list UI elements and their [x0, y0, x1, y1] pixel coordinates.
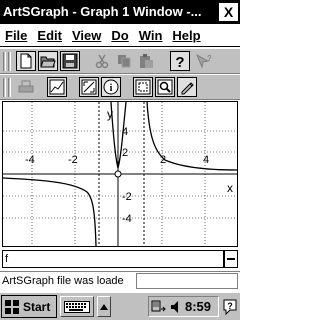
- arrow-up-icon: [100, 303, 108, 310]
- open-folder-icon[interactable]: [38, 51, 58, 71]
- svg-text:?: ?: [207, 54, 211, 63]
- x-axis-label: x: [227, 181, 233, 195]
- origin-point: [114, 170, 122, 178]
- window-title: ArtSGraph - Graph 1 Window -...: [3, 4, 202, 19]
- curve-left-branch: [2, 177, 97, 247]
- close-button[interactable]: X: [219, 3, 238, 21]
- menu-bar: File Edit View Do Win Help: [0, 24, 240, 47]
- keyboard-button[interactable]: [60, 296, 94, 317]
- info-icon[interactable]: i: [101, 77, 121, 97]
- menu-edit[interactable]: Edit: [32, 25, 67, 46]
- menu-help[interactable]: Help: [167, 25, 205, 46]
- command-row: f: [0, 249, 240, 271]
- toolbar-grip[interactable]: [3, 52, 6, 71]
- sync-connection-icon[interactable]: [151, 299, 167, 315]
- graph-toolbar: i: [0, 74, 240, 100]
- svg-text:?: ?: [175, 54, 184, 69]
- zoom-magnify-icon[interactable]: [155, 77, 175, 97]
- toolbar-grip[interactable]: [3, 78, 6, 97]
- pointer-help-icon[interactable]: ?: [193, 51, 213, 71]
- zoom-window-icon[interactable]: [133, 77, 153, 97]
- windows-logo-icon: [5, 299, 19, 314]
- pencil-icon[interactable]: [177, 77, 197, 97]
- status-bar: ArtSGraph file was loade: [0, 271, 240, 290]
- cut-scissors-icon[interactable]: [92, 51, 112, 71]
- speaker-icon[interactable]: [170, 299, 182, 315]
- system-tray: 8:59: [148, 296, 219, 317]
- menu-view[interactable]: View: [67, 25, 106, 46]
- x-tick-label: -2: [68, 154, 78, 166]
- function-plot: -4 -2 2 4 4 2 -2 -4 x y: [2, 101, 238, 247]
- zoom-fit-icon[interactable]: [79, 77, 99, 97]
- command-scroll-button[interactable]: [224, 250, 238, 268]
- graph-chart-icon[interactable]: [47, 77, 67, 97]
- clock[interactable]: 8:59: [185, 299, 211, 314]
- svg-text:?: ?: [227, 301, 233, 311]
- start-label: Start: [23, 299, 51, 314]
- menu-file[interactable]: File: [0, 25, 32, 46]
- print-icon[interactable]: [16, 77, 36, 97]
- window-title-bar: ArtSGraph - Graph 1 Window -... X: [0, 0, 240, 24]
- copy-icon[interactable]: [114, 51, 134, 71]
- svg-text:i: i: [110, 83, 113, 94]
- paste-icon[interactable]: [136, 51, 156, 71]
- input-panel-menu-button[interactable]: [97, 296, 111, 317]
- status-panel: [136, 273, 238, 289]
- menu-do[interactable]: Do: [106, 25, 133, 46]
- y-tick-label: -4: [122, 213, 132, 225]
- save-disk-icon[interactable]: [60, 51, 80, 71]
- y-tick-label: -2: [122, 191, 132, 203]
- taskbar: Start 8:59 ?: [0, 292, 240, 320]
- toolbar-grip[interactable]: [8, 52, 11, 71]
- new-file-icon[interactable]: [16, 51, 36, 71]
- status-message: ArtSGraph file was loade: [2, 275, 124, 287]
- toolbar-grip[interactable]: [8, 78, 11, 97]
- y-tick-label: 2: [122, 147, 128, 159]
- standard-toolbar: ? ?: [0, 48, 240, 74]
- x-tick-label: -4: [25, 154, 35, 166]
- help-bubble-icon[interactable]: ?: [221, 296, 238, 317]
- command-input[interactable]: f: [2, 250, 224, 268]
- help-question-icon[interactable]: ?: [170, 51, 190, 71]
- menu-win[interactable]: Win: [134, 25, 168, 46]
- graph-canvas[interactable]: -4 -2 2 4 4 2 -2 -4 x y: [2, 101, 238, 247]
- keyboard-icon: [64, 300, 90, 313]
- start-button[interactable]: Start: [1, 295, 57, 318]
- x-tick-label: 4: [203, 154, 209, 166]
